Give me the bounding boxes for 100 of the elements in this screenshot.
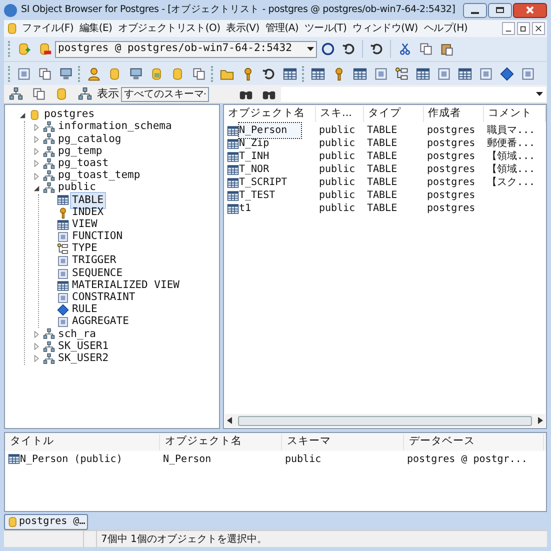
table-cell-text: public [319,150,356,164]
grid-icon [57,218,69,231]
copy-icon [418,42,432,56]
expand-arrow-icon[interactable] [33,148,40,156]
table-cell-text: 職員マ... [487,124,536,138]
table-cell-text: 【領域... [487,150,536,164]
table-cell-text: postgres [427,176,476,190]
menu-item[interactable]: 表示(V) [223,21,262,36]
hierarchy-icon [43,340,55,353]
column-header[interactable]: タイトル [5,434,160,450]
cylinder-icon [54,87,68,101]
mdi-close-button[interactable] [532,22,545,35]
maximize-button[interactable] [488,2,512,18]
expand-arrow-icon[interactable] [33,355,40,362]
column-header[interactable]: スキーマ [282,434,404,450]
window-tab[interactable]: postgres @… [4,514,88,530]
expand-arrow-icon[interactable] [33,160,40,168]
pages-icon [38,66,52,80]
cylinder-icon [108,66,122,80]
menu-item[interactable]: ファイル(F) [19,21,76,36]
table-cell[interactable]: T_NOR [239,162,270,177]
cylinder-icon [7,516,19,528]
mdi-minimize-button[interactable] [502,22,515,35]
grid-icon [227,202,239,214]
column-header[interactable]: オブジェクト名 [160,434,282,450]
menu-item[interactable]: ウィンドウ(W) [350,21,421,36]
grid-icon [416,66,430,80]
mdi-restore-button[interactable] [517,22,530,35]
table-cell-text: TABLE [367,124,398,138]
search-field[interactable] [281,86,546,102]
column-header[interactable]: タイプ [364,106,424,122]
undo-icon [370,42,384,56]
table-cell-text: postgres [427,124,476,138]
table-cell-text: postgres [427,163,476,177]
tree-icon [57,243,69,256]
app-logo-icon [4,4,17,16]
menu-item[interactable]: 編集(E) [76,21,116,36]
grid-icon [458,66,472,80]
schema-select[interactable]: すべてのスキーマ [121,86,209,102]
minimize-button[interactable] [463,2,487,18]
box-icon [478,66,492,80]
table-cell[interactable]: t1 [239,201,252,216]
grid-icon [57,280,69,292]
close-button[interactable] [513,2,547,18]
grid-icon [352,66,366,80]
menu-item[interactable]: 管理(A) [262,21,302,36]
table-cell[interactable]: T_INH [239,149,270,164]
table-cell-text: public [319,124,356,138]
hierarchy-icon [43,133,55,146]
column-header[interactable]: データベース [404,434,544,450]
scroll-right-icon[interactable] [538,417,543,424]
dropdown-caret-icon [307,47,314,51]
box-icon [57,268,69,280]
monitor-icon [128,66,142,80]
close-icon [526,6,534,14]
table-cell-text: postgres [427,202,476,216]
table-cell[interactable]: N_Person [239,123,302,138]
collapse-arrow-icon[interactable] [33,184,40,192]
scrollbar-thumb[interactable] [238,416,532,426]
table-cell-text: public [285,452,322,466]
hierarchy-icon [78,87,92,101]
refresh-icon [342,42,356,56]
expand-arrow-icon[interactable] [33,343,40,350]
menu-item[interactable]: ツール(T) [301,21,350,36]
column-header[interactable]: 作成者 [424,106,484,122]
horizontal-scrollbar[interactable] [225,414,545,427]
user-icon [86,66,100,80]
expand-arrow-icon[interactable] [33,136,40,143]
grid-icon [8,453,20,465]
tree-item[interactable]: TABLE [71,192,105,208]
hierarchy-icon [43,182,55,194]
menu-item[interactable]: ヘルプ(H) [420,21,470,36]
scroll-left-icon[interactable] [227,417,232,424]
connection-combo[interactable]: postgres @ postgres/ob-win7-64-2:5432 [55,40,317,58]
table-cell-text: N_Person [163,452,212,466]
monitor-icon [58,66,72,80]
table-cell-text: postgres [427,189,476,203]
column-header[interactable]: コメント [484,106,546,122]
expand-arrow-icon[interactable] [33,172,40,180]
diamond-icon [500,66,514,80]
grid-icon [227,124,239,136]
menu-item[interactable]: オブジェクトリスト(O) [115,21,224,36]
hierarchy-icon [8,87,22,101]
table-cell-text: TABLE [367,163,398,177]
tree-item[interactable]: SK_USER2 [57,350,110,367]
table-cell[interactable]: T_SCRIPT [239,175,288,190]
table-cell-text: 郵便番... [487,136,536,150]
grid-icon [282,66,296,80]
table-cell[interactable]: N_Zip [239,136,270,151]
expand-arrow-icon[interactable] [33,330,40,338]
circle-icon [320,42,334,56]
cylinder-icon [29,109,41,122]
box-icon [57,316,69,328]
table-cell[interactable]: T_TEST [239,188,276,203]
grid-icon [57,194,69,206]
box-icon [520,66,534,80]
column-header[interactable]: スキ... [316,106,364,122]
collapse-arrow-icon[interactable] [19,112,26,119]
expand-arrow-icon[interactable] [33,124,40,131]
filter-label: 表示 [97,86,119,102]
